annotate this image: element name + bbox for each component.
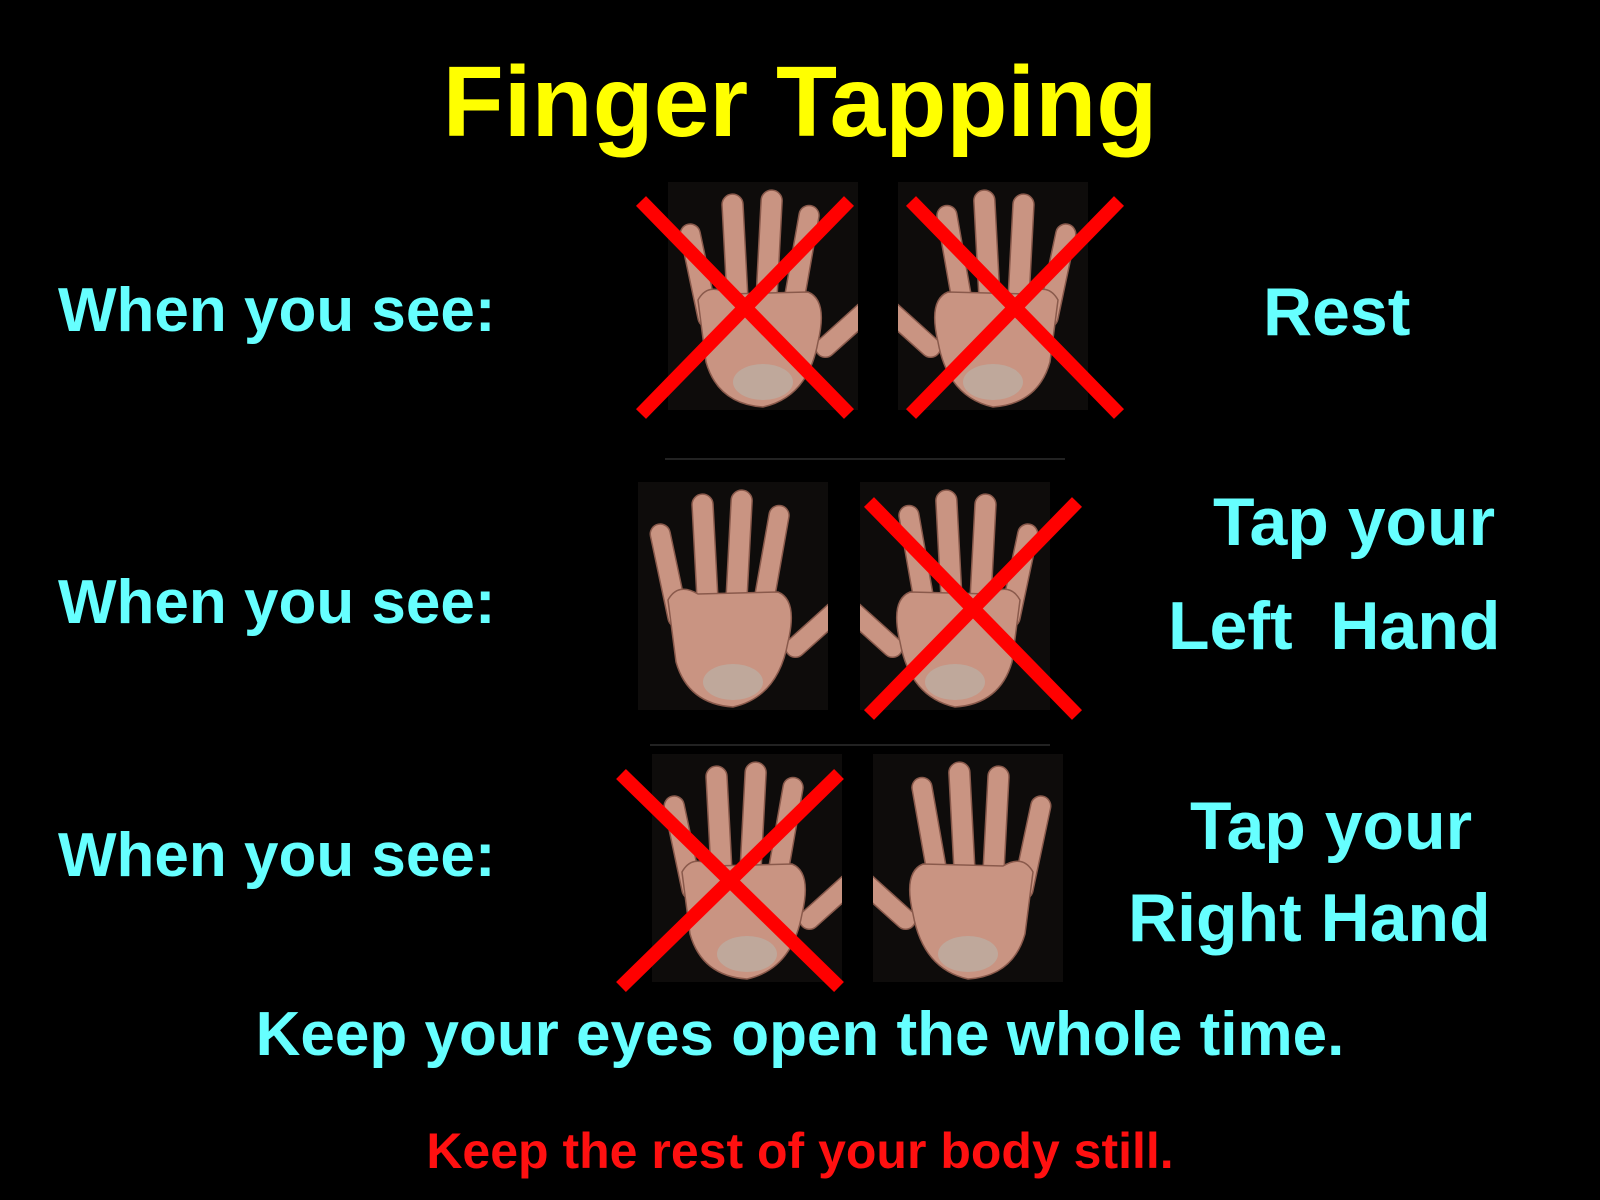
row-3-instruction-line-2: Right Hand (1128, 880, 1491, 956)
divider (650, 744, 1050, 746)
row-3-prompt: When you see: (58, 821, 496, 890)
instruction-body-still: Keep the rest of your body still. (426, 1123, 1174, 1179)
instruction-eyes-open: Keep your eyes open the whole time. (255, 1000, 1345, 1069)
row-1-right-hand-image (898, 182, 1088, 410)
row-3-left-hand-image (652, 754, 842, 982)
row-1-left-hand-image (668, 182, 858, 410)
row-2-instruction-line-2: Left Hand (1168, 588, 1501, 664)
slide-title: Finger Tapping (442, 46, 1158, 158)
slide: { "title": "Finger Tapping", "rows": [ {… (0, 0, 1600, 1200)
row-1-instruction-line-1: Rest (1263, 274, 1411, 350)
row-2-right-hand-image (860, 482, 1050, 710)
row-3-right-hand-image (873, 754, 1063, 982)
divider (665, 458, 1065, 460)
row-2-prompt: When you see: (58, 568, 496, 637)
row-3-instruction-line-1: Tap your (1190, 788, 1473, 864)
row-2-left-hand-image (638, 482, 828, 710)
row-1-prompt: When you see: (58, 276, 496, 345)
row-2-instruction-line-1: Tap your (1213, 484, 1496, 560)
